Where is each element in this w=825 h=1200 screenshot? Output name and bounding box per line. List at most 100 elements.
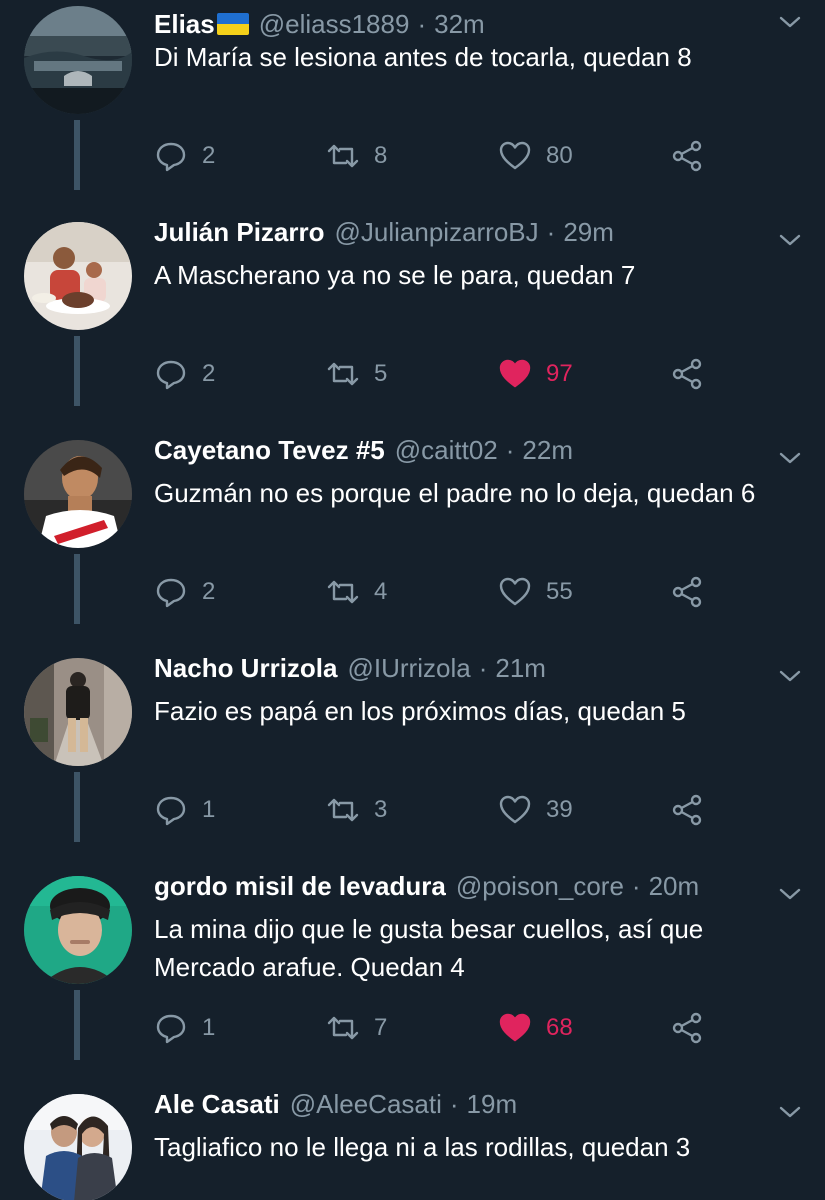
tweet-header: Elias @eliass1889 · 32m: [154, 6, 485, 42]
thread-line: [74, 990, 80, 1060]
tweet-text: Tagliafico no le llega ni a las rodillas…: [154, 1132, 691, 1162]
avatar[interactable]: [24, 440, 132, 548]
reply-count: 2: [202, 578, 216, 605]
tweet-header: Ale Casati @AleeCasati · 19m: [154, 1086, 517, 1122]
tweet-actions: 1 3 39: [154, 790, 714, 830]
timestamp[interactable]: 20m: [649, 871, 700, 902]
separator: ·: [417, 8, 427, 39]
like-button[interactable]: 97: [498, 354, 573, 394]
like-button[interactable]: 39: [498, 790, 573, 830]
user-handle[interactable]: @caitt02: [395, 435, 498, 466]
like-button[interactable]: 68: [498, 1008, 573, 1048]
user-handle[interactable]: @IUrrizola: [348, 653, 471, 684]
reply-count: 1: [202, 1014, 216, 1041]
reply-button[interactable]: 2: [154, 136, 215, 176]
retweet-count: 8: [374, 142, 388, 169]
reply-button[interactable]: 2: [154, 572, 215, 612]
timestamp[interactable]: 32m: [434, 9, 485, 40]
timestamp[interactable]: 29m: [563, 217, 614, 248]
retweet-icon: [327, 580, 359, 604]
reply-icon: [156, 1014, 186, 1044]
retweet-count: 4: [374, 578, 388, 605]
share-button[interactable]: [670, 354, 704, 394]
reply-icon: [156, 578, 186, 608]
retweet-icon: [327, 144, 359, 168]
avatar-image: [24, 1094, 132, 1200]
chevron-down-icon[interactable]: [778, 664, 802, 688]
chevron-down-icon[interactable]: [778, 1100, 802, 1124]
timestamp[interactable]: 22m: [522, 435, 573, 466]
reply-button[interactable]: 1: [154, 1008, 215, 1048]
reply-count: 2: [202, 360, 216, 387]
thread-line: [74, 772, 80, 842]
chevron-down-icon[interactable]: [778, 10, 802, 34]
timestamp[interactable]: 21m: [495, 653, 546, 684]
share-icon: [672, 140, 702, 172]
display-name[interactable]: Julián Pizarro: [154, 217, 325, 248]
heart-icon: [499, 577, 531, 606]
avatar-image: [24, 658, 132, 766]
like-count: 97: [546, 360, 573, 387]
share-button[interactable]: [670, 790, 704, 830]
retweet-icon: [327, 1016, 359, 1040]
reply-button[interactable]: 1: [154, 790, 215, 830]
retweet-button[interactable]: 3: [326, 790, 387, 830]
share-icon: [672, 1012, 702, 1044]
like-count: 39: [546, 796, 573, 823]
reply-icon: [156, 796, 186, 826]
avatar[interactable]: [24, 876, 132, 984]
ukraine-flag-icon: [216, 13, 249, 35]
display-name[interactable]: Ale Casati: [154, 1089, 280, 1120]
retweet-icon: [327, 798, 359, 822]
retweet-button[interactable]: 8: [326, 136, 387, 176]
reply-icon: [156, 360, 186, 390]
heart-icon: [499, 141, 531, 170]
user-handle[interactable]: @eliass1889: [259, 9, 410, 40]
avatar[interactable]: [24, 222, 132, 330]
share-icon: [672, 576, 702, 608]
retweet-button[interactable]: 4: [326, 572, 387, 612]
avatar-image: [24, 876, 132, 984]
user-handle[interactable]: @AleeCasati: [290, 1089, 442, 1120]
share-button[interactable]: [670, 136, 704, 176]
avatar-image: [24, 6, 132, 114]
display-name[interactable]: gordo misil de levadura: [154, 871, 446, 902]
like-count: 55: [546, 578, 573, 605]
chevron-down-icon[interactable]: [778, 882, 802, 906]
tweet-actions: 1 7 68: [154, 1008, 714, 1048]
avatar[interactable]: [24, 6, 132, 114]
tweet-actions: 2 8 80: [154, 136, 714, 176]
tweet-header: gordo misil de levadura @poison_core · 2…: [154, 868, 699, 904]
display-name[interactable]: Nacho Urrizola: [154, 653, 338, 684]
avatar-image: [24, 440, 132, 548]
retweet-button[interactable]: 7: [326, 1008, 387, 1048]
like-count: 80: [546, 142, 573, 169]
reply-count: 1: [202, 796, 216, 823]
retweet-icon: [327, 362, 359, 386]
share-button[interactable]: [670, 572, 704, 612]
timestamp[interactable]: 19m: [467, 1089, 518, 1120]
display-name[interactable]: Cayetano Tevez #5: [154, 435, 385, 466]
tweet-actions: 2 5 97: [154, 354, 714, 394]
like-button[interactable]: 55: [498, 572, 573, 612]
share-icon: [672, 358, 702, 390]
tweet-text: Fazio es papá en los próximos días, qued…: [154, 696, 686, 726]
tweet-header: Cayetano Tevez #5 @caitt02 · 22m: [154, 432, 573, 468]
avatar[interactable]: [24, 658, 132, 766]
retweet-button[interactable]: 5: [326, 354, 387, 394]
user-handle[interactable]: @poison_core: [456, 871, 624, 902]
avatar[interactable]: [24, 1094, 132, 1200]
reply-button[interactable]: 2: [154, 354, 215, 394]
avatar-image: [24, 222, 132, 330]
like-button[interactable]: 80: [498, 136, 573, 176]
separator: ·: [505, 434, 515, 465]
heart-icon: [499, 795, 531, 824]
heart-filled-icon: [499, 1013, 531, 1042]
thread-line: [74, 554, 80, 624]
display-name[interactable]: Elias: [154, 9, 215, 40]
user-handle[interactable]: @JulianpizarroBJ: [335, 217, 539, 248]
thread-line: [74, 120, 80, 190]
chevron-down-icon[interactable]: [778, 446, 802, 470]
share-button[interactable]: [670, 1008, 704, 1048]
chevron-down-icon[interactable]: [778, 228, 802, 252]
